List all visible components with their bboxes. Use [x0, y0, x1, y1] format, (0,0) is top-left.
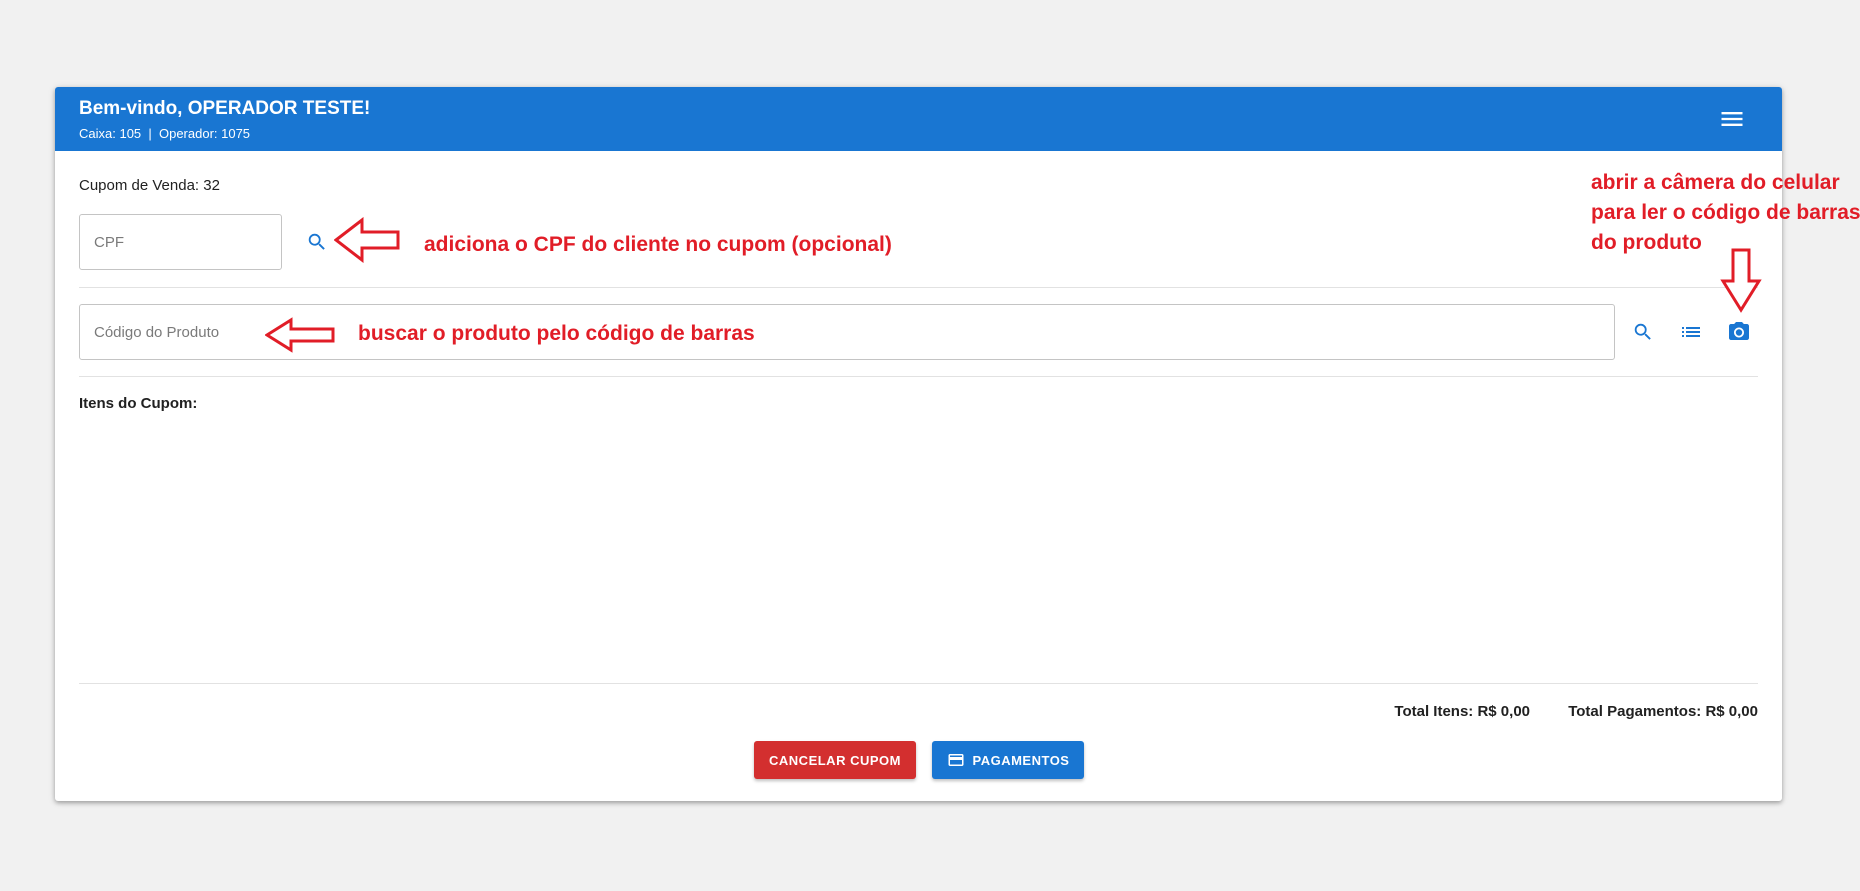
down-arrow-icon	[1720, 248, 1762, 313]
camera-icon	[1729, 322, 1749, 340]
cpf-search-button[interactable]	[301, 226, 333, 258]
cpf-field[interactable]	[79, 214, 282, 270]
divider	[79, 376, 1758, 377]
menu-icon[interactable]	[1718, 105, 1746, 133]
credit-card-icon	[948, 754, 963, 766]
total-itens: Total Itens: R$ 0,00	[1394, 703, 1530, 720]
divider	[79, 683, 1758, 684]
product-list-button[interactable]	[1675, 316, 1707, 348]
divider	[79, 287, 1758, 288]
payments-button[interactable]: PAGAMENTOS	[932, 741, 1084, 779]
cancel-cupom-button[interactable]: CANCELAR CUPOM	[754, 741, 916, 779]
cpf-annotation: adiciona o CPF do cliente no cupom (opci…	[424, 233, 892, 256]
total-pagamentos: Total Pagamentos: R$ 0,00	[1568, 703, 1758, 720]
welcome-title: Bem-vindo, OPERADOR TESTE!	[79, 98, 371, 119]
search-icon	[1634, 323, 1651, 340]
camera-button[interactable]	[1723, 316, 1755, 348]
cupom-label: Cupom de Venda: 32	[79, 177, 220, 194]
left-arrow-icon	[265, 317, 335, 353]
product-annotation: buscar o produto pelo código de barras	[358, 322, 755, 345]
pos-card: Bem-vindo, OPERADOR TESTE! Caixa: 105 | …	[55, 87, 1782, 801]
list-icon	[1682, 327, 1700, 337]
left-arrow-icon	[334, 217, 400, 263]
camera-annotation: abrir a câmera do celular para ler o cód…	[1591, 171, 1860, 254]
header-subtitle: Caixa: 105 | Operador: 1075	[79, 126, 251, 141]
cancel-cupom-label: CANCELAR CUPOM	[769, 752, 901, 768]
cpf-input[interactable]	[94, 215, 265, 269]
search-icon	[308, 233, 325, 250]
product-search-button[interactable]	[1627, 316, 1659, 348]
app-header: Bem-vindo, OPERADOR TESTE! Caixa: 105 | …	[55, 87, 1782, 151]
payments-label: PAGAMENTOS	[972, 752, 1070, 768]
itens-cupom-label: Itens do Cupom:	[79, 395, 198, 412]
